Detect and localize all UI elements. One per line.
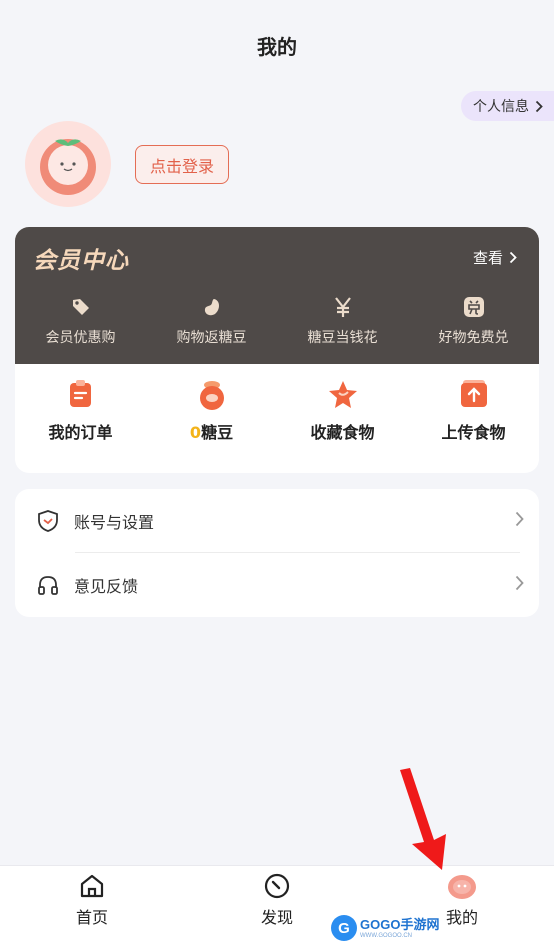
perk-label: 糖豆当钱花 [307, 330, 378, 346]
pointer-arrow-icon [400, 768, 446, 870]
my-orders-label: 我的订单 [48, 423, 113, 442]
favorites-button[interactable]: 收藏食物 [277, 377, 408, 443]
login-button[interactable]: 点击登录 [135, 145, 229, 184]
chevron-right-icon [509, 251, 517, 264]
perk-label: 购物返糖豆 [176, 330, 247, 346]
tab-discover-label: 发现 [260, 908, 293, 927]
tab-mine-label: 我的 [445, 908, 478, 927]
tomato-icon [447, 872, 477, 900]
my-orders-button[interactable]: 我的订单 [15, 377, 146, 443]
tab-home-label: 首页 [75, 908, 108, 927]
perk-label: 会员优惠购 [45, 330, 116, 346]
upload-food-button[interactable]: 上传食物 [408, 377, 539, 443]
star-icon [327, 377, 359, 411]
perk-beans-as-cash[interactable]: 糖豆当钱花 [277, 295, 408, 347]
tag-icon [71, 295, 91, 319]
perk-label: 好物免费兑 [438, 330, 509, 346]
profile-info-label: 个人信息 [473, 99, 529, 115]
profile-info-button[interactable]: 个人信息 [461, 91, 554, 121]
watermark: G GOGO手游网 WWW.GOGOO.CN [331, 912, 441, 944]
account-settings-label: 账号与设置 [74, 513, 155, 532]
chevron-right-icon [515, 575, 524, 591]
upload-food-label: 上传食物 [441, 423, 506, 442]
member-center-title: 会员中心 [33, 248, 129, 274]
beans-text: 糖豆 [201, 423, 234, 442]
perk-shopping-rebate[interactable]: 购物返糖豆 [146, 295, 277, 347]
bean-icon [202, 295, 222, 319]
tab-bar: 首页 发现 我的 [0, 865, 554, 951]
member-view-label: 查看 [472, 249, 503, 267]
redeem-icon [463, 295, 485, 319]
watermark-text: GOGO手游网 [360, 916, 440, 932]
headset-icon [36, 574, 60, 596]
perk-member-discount[interactable]: 会员优惠购 [15, 295, 146, 347]
account-settings-item[interactable]: 账号与设置 [15, 489, 539, 553]
yen-icon [333, 295, 353, 319]
member-view-link[interactable]: 查看 [473, 247, 517, 268]
member-center: 会员中心 查看 会员优惠购 购物返糖豆 糖豆当钱花 好物免费兑 [15, 227, 539, 364]
shield-icon [36, 509, 60, 533]
avatar[interactable] [25, 121, 111, 207]
home-icon [79, 872, 105, 900]
watermark-url: WWW.GOGOO.CN [360, 932, 412, 939]
tab-discover[interactable]: 发现 [217, 866, 337, 951]
bean-bag-icon [197, 377, 227, 411]
member-card: 会员中心 查看 会员优惠购 购物返糖豆 糖豆当钱花 好物免费兑 我的订单 0糖豆… [15, 227, 539, 473]
settings-list: 账号与设置 意见反馈 [15, 489, 539, 617]
watermark-logo-icon: G [331, 915, 357, 941]
upload-icon [459, 377, 489, 411]
tab-home[interactable]: 首页 [32, 866, 152, 951]
perk-free-redeem[interactable]: 好物免费兑 [408, 295, 539, 347]
compass-icon [263, 872, 291, 900]
favorites-label: 收藏食物 [310, 423, 375, 442]
feedback-item[interactable]: 意见反馈 [15, 553, 539, 617]
beans-label: 0糖豆 [190, 419, 233, 443]
chevron-right-icon [535, 100, 543, 113]
chevron-right-icon [515, 511, 524, 527]
feedback-label: 意见反馈 [74, 577, 139, 596]
page-title: 我的 [257, 35, 297, 59]
orders-icon [67, 377, 95, 411]
beans-button[interactable]: 0糖豆 [146, 377, 277, 443]
beans-count: 0 [189, 423, 202, 442]
tomato-mascot-icon [40, 139, 96, 195]
